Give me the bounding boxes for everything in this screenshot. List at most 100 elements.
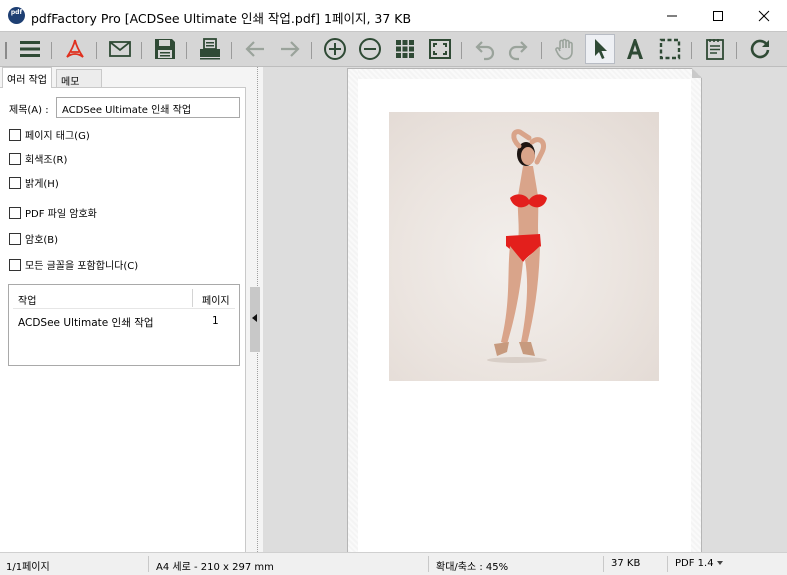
status-bar: 1/1페이지 A4 세로 - 210 x 297 mm 확대/축소 : 45% … <box>0 552 787 575</box>
pdffactory-app-icon[interactable]: pdf <box>8 7 25 24</box>
document-view[interactable] <box>263 67 787 553</box>
acrobat-button[interactable] <box>60 34 90 64</box>
refresh-icon <box>750 39 770 59</box>
jobs-list[interactable]: 작업 페이지 ACDSee Ultimate 인쇄 작업 1 <box>8 284 240 366</box>
status-file-size: 37 KB <box>611 558 641 569</box>
toolbar-separator <box>186 42 187 59</box>
toolbar-grip <box>5 42 7 59</box>
toolbar-separator <box>51 42 52 59</box>
jobs-panel: 제목(A) : ACDSee Ultimate 인쇄 작업 페이지 태그(G) … <box>0 87 246 552</box>
jobs-column-header-job[interactable]: 작업 <box>18 292 36 307</box>
text-tool-button[interactable] <box>620 34 650 64</box>
page-tags-checkbox[interactable]: 페이지 태그(G) <box>9 127 90 142</box>
checkbox-label: 회색조(R) <box>25 155 68 166</box>
toolbar-separator <box>96 42 97 59</box>
photo-figure <box>487 129 547 363</box>
acrobat-icon <box>66 39 84 58</box>
maximize-icon <box>713 10 723 21</box>
undo-icon <box>475 41 495 61</box>
main-toolbar <box>0 31 787 67</box>
job-row-name[interactable]: ACDSee Ultimate 인쇄 작업 <box>18 315 154 330</box>
toolbar-separator <box>541 42 542 59</box>
toolbar-separator <box>461 42 462 59</box>
forward-arrow-icon <box>281 41 300 57</box>
redo-button[interactable] <box>503 34 533 64</box>
checkbox-label: 페이지 태그(G) <box>25 131 90 142</box>
save-button[interactable] <box>150 34 180 64</box>
fit-page-icon <box>429 39 451 59</box>
zoom-out-button[interactable] <box>355 34 385 64</box>
tab-multiple-jobs[interactable]: 여러 작업 <box>2 67 52 88</box>
email-button[interactable] <box>105 34 135 64</box>
pointer-icon <box>595 39 607 59</box>
checkbox-box[interactable] <box>9 152 21 165</box>
printer-icon <box>200 38 220 60</box>
header-divider <box>13 308 235 309</box>
select-area-button[interactable] <box>655 34 685 64</box>
close-button[interactable] <box>741 0 787 31</box>
thumbnails-button[interactable] <box>390 34 420 64</box>
status-zoom: 확대/축소 : 45% <box>436 562 509 573</box>
column-divider[interactable] <box>192 289 193 307</box>
forward-button[interactable] <box>275 34 305 64</box>
pointer-tool-button[interactable] <box>585 34 615 64</box>
refresh-button[interactable] <box>745 34 775 64</box>
hand-icon <box>555 38 573 60</box>
checkbox-box[interactable] <box>9 258 21 271</box>
save-icon <box>155 39 175 59</box>
tab-notes[interactable]: 메모 <box>56 69 102 88</box>
undo-button[interactable] <box>470 34 500 64</box>
status-separator <box>148 556 149 572</box>
page-margin-right <box>691 69 701 552</box>
grid-icon <box>396 40 414 58</box>
status-page: 1/1페이지 <box>6 562 50 573</box>
chevron-down-icon <box>716 561 723 565</box>
print-button[interactable] <box>195 34 225 64</box>
minimize-button[interactable] <box>649 0 695 31</box>
grayscale-checkbox[interactable]: 회색조(R) <box>9 151 67 166</box>
encrypt-pdf-checkbox[interactable]: PDF 파일 암호화 <box>9 205 97 220</box>
jobs-column-header-pages[interactable]: 페이지 <box>202 292 230 307</box>
zoom-in-button[interactable] <box>320 34 350 64</box>
notes-button[interactable] <box>700 34 730 64</box>
password-checkbox[interactable]: 암호(B) <box>9 231 58 246</box>
checkbox-box[interactable] <box>9 176 21 189</box>
pdf-page[interactable] <box>347 68 702 553</box>
back-button[interactable] <box>240 34 270 64</box>
maximize-button[interactable] <box>695 0 741 31</box>
pdf-version-dropdown[interactable]: PDF 1.4 <box>675 558 723 569</box>
fit-page-button[interactable] <box>425 34 455 64</box>
status-separator <box>667 556 668 572</box>
page-margin-left <box>348 69 358 552</box>
text-tool-icon <box>627 39 643 59</box>
status-separator <box>428 556 429 572</box>
status-paper-size: A4 세로 - 210 x 297 mm <box>156 562 274 573</box>
status-separator <box>603 556 604 572</box>
toolbar-separator <box>691 42 692 59</box>
notes-icon <box>706 39 724 60</box>
zoom-out-icon <box>359 38 381 60</box>
menu-button[interactable] <box>15 34 45 64</box>
brighten-checkbox[interactable]: 밝게(H) <box>9 175 59 190</box>
menu-icon <box>20 41 40 57</box>
checkbox-box[interactable] <box>9 206 21 219</box>
collapse-arrow-icon <box>252 314 257 322</box>
minimize-icon <box>667 15 677 16</box>
job-row-pages[interactable]: 1 <box>212 315 219 327</box>
checkbox-box[interactable] <box>9 128 21 141</box>
page-margin-top <box>348 69 701 79</box>
hand-tool-button[interactable] <box>550 34 580 64</box>
checkbox-label: 암호(B) <box>25 235 59 246</box>
title-bar: pdf pdfFactory Pro [ACDSee Ultimate 인쇄 작… <box>0 0 787 31</box>
back-arrow-icon <box>245 41 264 57</box>
page-photo <box>389 112 659 381</box>
toolbar-separator <box>311 42 312 59</box>
embed-fonts-checkbox[interactable]: 모든 글꼴을 포함합니다(C) <box>9 257 138 272</box>
title-input[interactable]: ACDSee Ultimate 인쇄 작업 <box>56 97 240 118</box>
left-panel: 여러 작업 메모 제목(A) : ACDSee Ultimate 인쇄 작업 페… <box>0 67 263 552</box>
toolbar-separator <box>141 42 142 59</box>
pdf-version-label: PDF 1.4 <box>675 558 714 569</box>
close-icon <box>758 10 770 21</box>
checkbox-label: 모든 글꼴을 포함합니다(C) <box>25 261 139 272</box>
checkbox-box[interactable] <box>9 232 21 245</box>
